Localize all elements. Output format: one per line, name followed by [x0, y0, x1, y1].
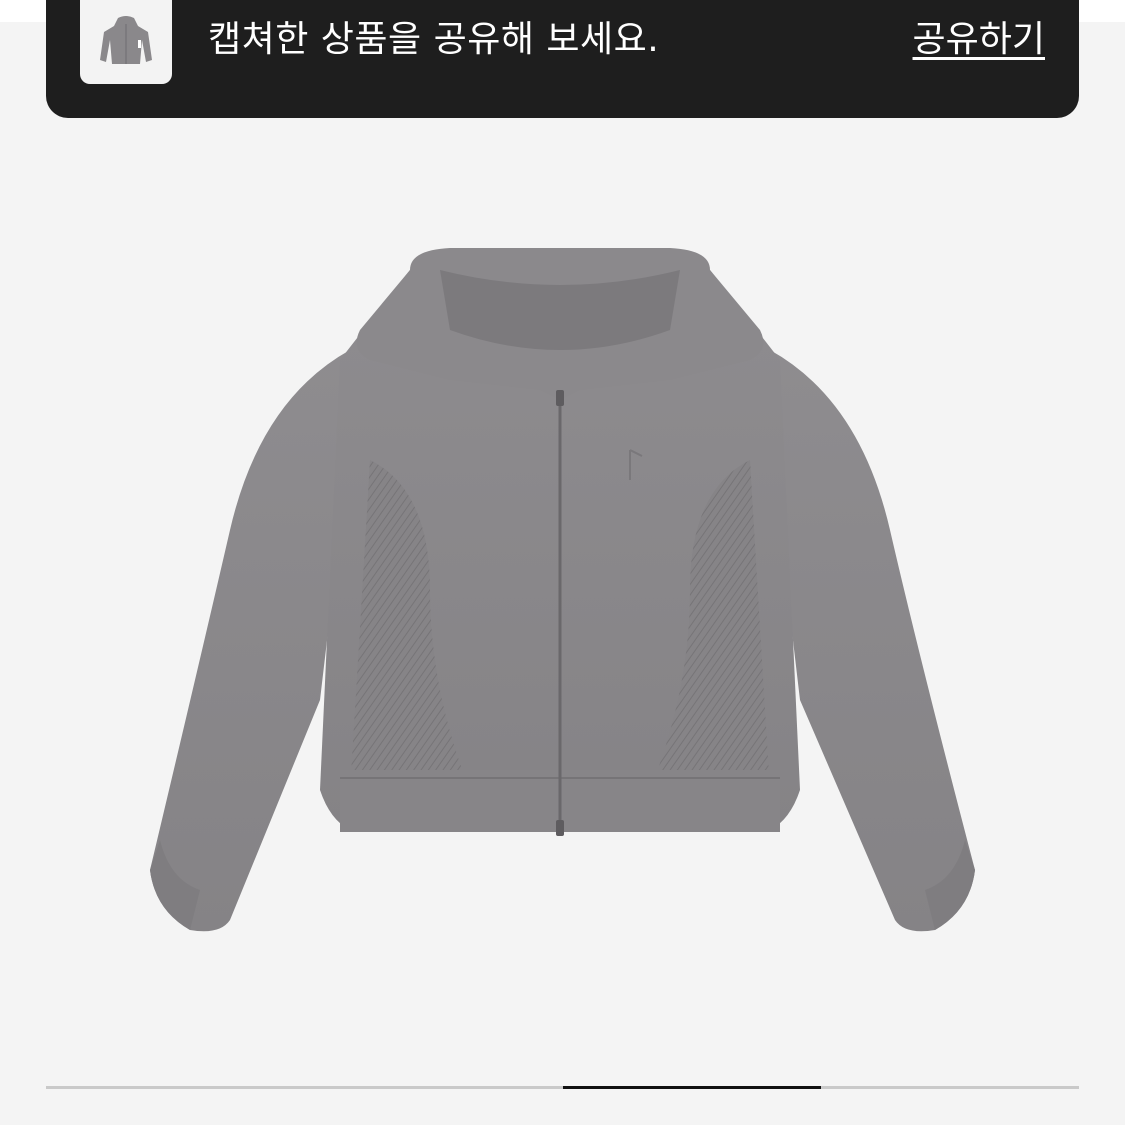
gallery-indicator-thumb — [562, 1086, 821, 1089]
toast-message: 캡쳐한 상품을 공유해 보세요. — [208, 19, 660, 60]
gallery-indicator — [46, 1086, 1079, 1089]
share-toast: 캡쳐한 상품을 공유해 보세요. 공유하기 — [46, 0, 1079, 118]
hoodie-thumbnail-icon — [100, 16, 152, 64]
product-image[interactable] — [110, 230, 1010, 960]
share-button[interactable]: 공유하기 — [913, 16, 1045, 64]
captured-product-thumbnail[interactable] — [80, 0, 172, 84]
gray-zip-up-hoodie-icon — [150, 248, 975, 932]
